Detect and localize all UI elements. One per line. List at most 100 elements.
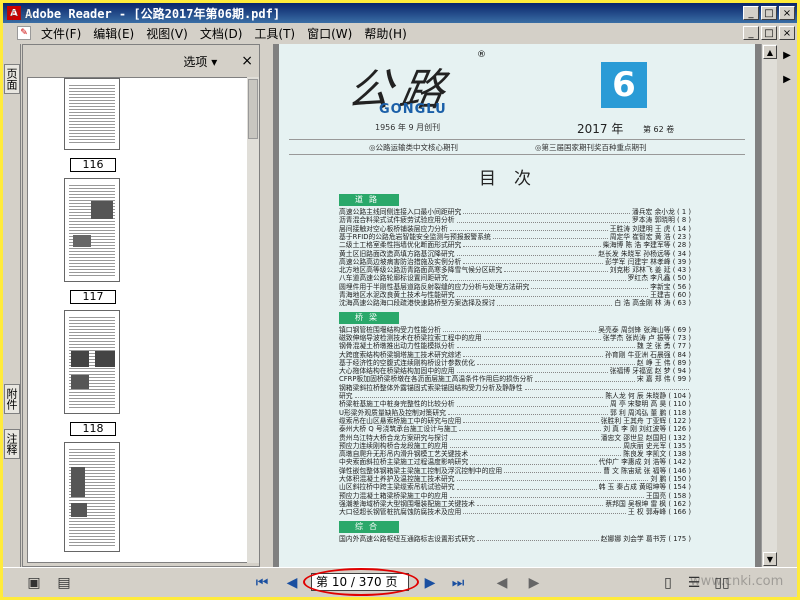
publication-info-right: ◎第三届国家期刊奖百种重点期刊 [535, 143, 647, 152]
toc-entry[interactable]: 二级土工格室柔性挡墙优化断面形式研究 柴海博 陈 浩 李建军等 ( 28 ) [339, 241, 691, 249]
right-toolbar: ▶ ▶ [777, 44, 797, 567]
page-layout-icon[interactable]: ▤ [55, 574, 73, 592]
toc-entry[interactable]: 缆索吊在山区悬索桥施工中的研究与应用 张胜利 王其舟 丁亚辉 ( 122 ) [339, 417, 691, 425]
toc-entry-title: 国内外高速公路枢纽互通路标志设置形式研究 [339, 534, 475, 543]
panel-splitter[interactable] [261, 44, 273, 567]
single-page-view-icon[interactable]: ▯ [659, 574, 677, 592]
toc-entry-title: 预应力连续刚构桥合龙段施工的应用 [339, 441, 448, 450]
scroll-up-icon[interactable]: ▲ [763, 45, 777, 59]
page-thumbnail[interactable] [64, 78, 120, 150]
issue-number: 6 [601, 62, 647, 108]
doc-minimize-button[interactable]: _ [743, 26, 759, 40]
toc-entry[interactable]: 沥青混合料梁式试件疲劳试验应用分析 罗本涛 郭晓明 ( 8 ) [339, 216, 691, 224]
scroll-down-icon[interactable]: ▼ [763, 552, 777, 566]
toc-entry[interactable]: 大体积混凝土养护及温控施工技术研究 刘 鹏 ( 150 ) [339, 475, 691, 483]
thumbnail-list[interactable]: 116 117 118 [27, 77, 249, 563]
go-forward-icon[interactable]: ▶ [525, 574, 543, 592]
toc-entry-title: 青海地区水泥改良黄土技术与性能研究 [339, 291, 455, 299]
toc-entry-authors: 柴海博 陈 浩 李建军等 ( 28 ) [602, 241, 691, 250]
toc-entry[interactable]: 大跨度索结构桥梁钢塔施工技术研究综述 孙育刚 牛亚洲 石晨强 ( 84 ) [339, 351, 691, 359]
close-button[interactable]: × [779, 6, 795, 20]
options-menu[interactable]: 选项 ▾ [183, 53, 217, 70]
toc-entry[interactable]: U形梁外观质量缺陷及控制对策研究 郭 利 周鸿弘 董 鹏 ( 118 ) [339, 409, 691, 417]
toc-entry[interactable]: 预应力连续刚构桥合龙段施工的应用 周庆丽 史光军 ( 135 ) [339, 442, 691, 450]
tab-attachments[interactable]: 附件 [4, 384, 20, 414]
toc-section-heading: 道路 [339, 194, 399, 206]
toc-entry[interactable]: 桥梁桩基施工中桩身完整性的比较分析 周 亭 宋黎明 高 昊 ( 110 ) [339, 400, 691, 408]
single-page-icon[interactable]: ▣ [25, 574, 43, 592]
toc-entry-authors: 赵 峥 王 伟 ( 89 ) [636, 358, 691, 367]
issue-year: 2017 年 [577, 122, 624, 136]
page-thumbnail[interactable] [64, 310, 120, 414]
minimize-button[interactable]: _ [743, 6, 759, 20]
menu-tools[interactable]: 工具(T) [248, 25, 301, 42]
tab-comments[interactable]: 注释 [4, 429, 20, 459]
toc-entry-title: 大跨度索结构桥梁钢塔施工技术研究综述 [339, 350, 462, 359]
toc-entry[interactable]: 磁致伸缩导波检测技术在桥梁拉索工程中的应用 张学杰 张尚涛 卢 振等 ( 73 ) [339, 334, 691, 342]
brand-name: GONGLU [379, 102, 447, 117]
toc-entry[interactable]: 钢骨混凝土桥墩推出动力性能模拟分析 魏 芝 张 勇 ( 77 ) [339, 342, 691, 350]
toc-entry[interactable]: 镇口钢管桩围堰结构受力性能分析 吴亮泰 周剑锋 张海山等 ( 69 ) [339, 326, 691, 334]
thumbnail-scroll-thumb[interactable] [248, 79, 258, 139]
document-view[interactable]: 公路 ® GONGLU 1956 年 9 月创刊 6 2017 年 第 62 卷… [273, 44, 761, 567]
doc-close-button[interactable]: × [779, 26, 795, 40]
toc-entry[interactable]: 基于经济性的空腹式连续刚构桥设计参数优化 赵 峥 王 伟 ( 89 ) [339, 359, 691, 367]
toc-entry-authors: 魏 芝 张 勇 ( 77 ) [636, 342, 691, 351]
close-panel-icon[interactable]: × [241, 53, 253, 69]
toc-entry[interactable]: 青海地区水泥改良黄土技术与性能研究 王建吉 ( 60 ) [339, 291, 691, 299]
toc-entry-authors: 陈良发 李凯文 ( 138 ) [623, 450, 691, 459]
page-thumbnail[interactable] [64, 442, 120, 552]
publication-info-left: ◎公路运输类中文核心期刊 [369, 143, 459, 152]
menu-edit[interactable]: 编辑(E) [87, 25, 140, 42]
doc-restore-button[interactable]: □ [761, 26, 777, 40]
toc-entry[interactable]: 钢箱梁斜拉桥整体外露锚固式索梁锚固结构受力分析及静静性 [339, 384, 691, 392]
toc-entry-authors: 张福博 牙福宽 赵 梦 ( 94 ) [609, 367, 691, 376]
toc-entry[interactable]: 中央索面斜拉桥主梁施工过程温度影响研究 代仲广 李惠成 刘 浩等 ( 142 ) [339, 458, 691, 466]
menu-help[interactable]: 帮助(H) [358, 25, 412, 42]
expand-right-icon[interactable]: ▶ [780, 72, 794, 86]
expand-right-icon[interactable]: ▶ [780, 48, 794, 62]
first-page-icon[interactable]: ⏮ [253, 574, 271, 592]
menu-window[interactable]: 窗口(W) [301, 25, 358, 42]
pdf-document-icon: ✎ [17, 26, 31, 40]
toc-entry[interactable]: 大心拖体结构在桥梁结构加固中的应用 张福博 牙福宽 赵 梦 ( 94 ) [339, 367, 691, 375]
toc-entry[interactable]: 强潮差海域桥梁大型钢围堰装配施工关键技术 蔡邦国 吴根坤 雷 枫 ( 162 ) [339, 500, 691, 508]
divider [289, 139, 745, 140]
toc-entry[interactable]: 基于RFID的公路危岩智能安全监测与预报报警系统 周定华 崔智宏 黄 浩 ( 23… [339, 233, 691, 241]
toc-entry[interactable]: 贵州乌江特大桥合龙方案研究与探讨 潘忠文 邵世显 赵国阳 ( 132 ) [339, 434, 691, 442]
toc-entry[interactable]: 圆埋件用于半刚性基层道路反射裂缝的应力分析与处理方法研究 李新宝 ( 56 ) [339, 283, 691, 291]
document-scrollbar[interactable]: ▲ ▼ [761, 44, 777, 567]
next-page-icon[interactable]: ▶ [421, 574, 439, 592]
toc-entry[interactable]: 八车道高速公路轮廓标设置间距研究 罗红杰 李凡鑫 ( 50 ) [339, 274, 691, 282]
thumbnail-header: 选项 ▾ × [23, 45, 259, 77]
toc-entry-authors: 张学杰 张尚涛 卢 振等 ( 73 ) [602, 333, 691, 342]
thumbnail-scrollbar[interactable] [247, 77, 259, 563]
go-back-icon[interactable]: ◀ [493, 574, 511, 592]
tab-pages[interactable]: 页面 [4, 64, 20, 94]
toc-entry[interactable]: 弹性嵌包整体钢箱梁主梁施工控制及浮沉控制中的应用 曹 文 陈宙斌 张 福等 ( 1… [339, 467, 691, 475]
toc-entry[interactable]: 预应力混凝土箱梁桥梁施工中的应用 王国亮 ( 158 ) [339, 492, 691, 500]
toc-entry-title: 预应力混凝土箱梁桥梁施工中的应用 [339, 491, 448, 500]
toc-entry[interactable]: 研究 陈人龙 何 辰 朱晓静 ( 104 ) [339, 392, 691, 400]
toc-entry[interactable]: 山区斜拉桥中跨主梁缆索吊机试验研究 韩 玉 秦占成 黄昭坤等 ( 154 ) [339, 483, 691, 491]
menu-file[interactable]: 文件(F) [35, 25, 87, 42]
toc-entry[interactable]: 沈海高速公路海口段疏港快速路桥型方案选择及探讨 白 浩 高金刚 林 涛 ( 63 … [339, 299, 691, 307]
menu-view[interactable]: 视图(V) [140, 25, 194, 42]
last-page-icon[interactable]: ⏭ [449, 574, 467, 592]
menu-document[interactable]: 文档(D) [194, 25, 249, 42]
toc-entry[interactable]: 北方地区高等级公路沥青路面高寒多降雪气候分区研究 刘克彬 邓林飞 姜 延 ( 43… [339, 266, 691, 274]
toc-entry[interactable]: 高墩自爬升无形吊内滑升钢模工艺关键技术 陈良发 李凯文 ( 138 ) [339, 450, 691, 458]
page-thumbnail[interactable] [64, 178, 120, 282]
toc-entry[interactable]: 高速公路主线同侧连接入口最小间距研究 潘兵宏 余小龙 ( 1 ) [339, 208, 691, 216]
previous-page-icon[interactable]: ◀ [283, 574, 301, 592]
toc-entry[interactable]: 大口径超长钢管桩抗腐蚀防腐技术及应用 王 权 郭寿峰 ( 166 ) [339, 508, 691, 516]
maximize-button[interactable]: □ [761, 6, 777, 20]
toc-entry[interactable]: 高速公路高边坡病害防治措施及实例分析 彭学军 闫建宇 林孝峰 ( 39 ) [339, 258, 691, 266]
toc-entry-authors: 张胜利 王其舟 丁亚辉 ( 122 ) [600, 416, 691, 425]
toc-entry[interactable]: 泰州大桥 Q 号浇筑承台施工设计与施工 刘 真 李 刚 刘红波等 ( 126 ) [339, 425, 691, 433]
toc-entry[interactable]: 层间接触对空心板桥铺装层应力分析 王胜涛 刘建明 王 虎 ( 14 ) [339, 225, 691, 233]
toc-entry-title: 贵州乌江特大桥合龙方案研究与探讨 [339, 433, 448, 442]
toc-entry[interactable]: 国内外高速公路枢纽互通路标志设置形式研究 赵娜娜 刘会学 葛书芳 ( 175 ) [339, 535, 691, 543]
toc-entry[interactable]: 黄土区旧路面改造高填方路基沉降研究 赵长发 朱晓军 孙杨远等 ( 34 ) [339, 250, 691, 258]
toc-entry[interactable]: CFRP板加固桥梁桥墩在各沥面层施工高温条件作用后的损伤分析 宋 嘉 郑 伟 ( … [339, 375, 691, 383]
